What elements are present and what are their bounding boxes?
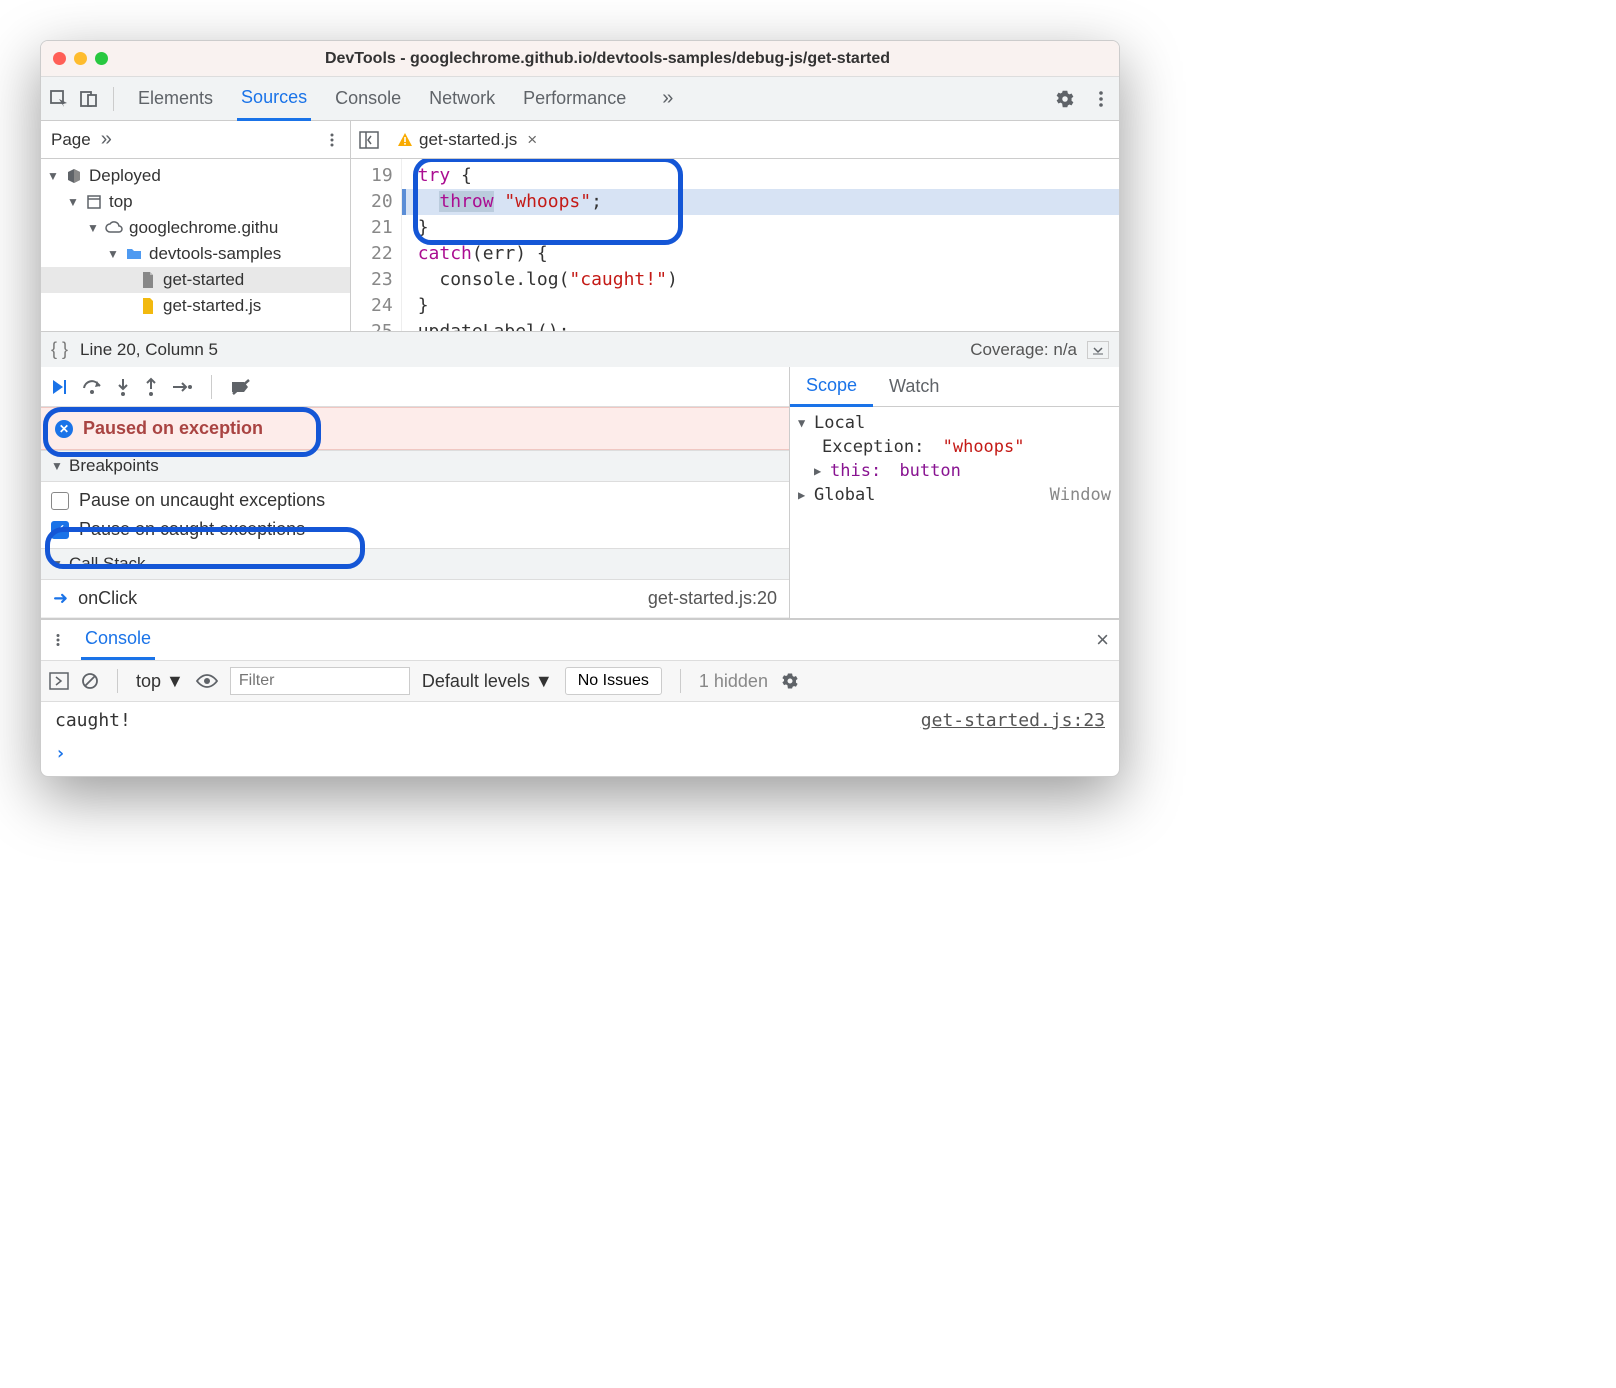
- step-over-icon[interactable]: [81, 378, 103, 396]
- document-icon: [139, 271, 157, 289]
- minimize-window-button[interactable]: [74, 52, 87, 65]
- step-out-icon[interactable]: [143, 377, 159, 397]
- step-into-icon[interactable]: [115, 377, 131, 397]
- clear-console-icon[interactable]: [81, 672, 99, 690]
- console-drawer: Console × top ▼ Default levels ▼ No Issu…: [41, 619, 1119, 776]
- close-tab-icon[interactable]: ×: [527, 130, 537, 150]
- bp-caught-row[interactable]: ✓ Pause on caught exceptions: [51, 515, 779, 544]
- toggle-navigator-icon[interactable]: [357, 128, 381, 152]
- tab-network[interactable]: Network: [425, 78, 499, 119]
- no-issues-button[interactable]: No Issues: [565, 667, 662, 695]
- cursor-position: Line 20, Column 5: [80, 340, 218, 360]
- log-message: caught!: [55, 710, 131, 731]
- debugger-panel: ✕ Paused on exception ▼Breakpoints Pause…: [41, 367, 789, 618]
- scope-this[interactable]: ▶ this: button: [798, 459, 1111, 483]
- tree-deployed[interactable]: ▼ Deployed: [41, 163, 350, 189]
- pause-message: Paused on exception: [83, 418, 263, 439]
- coverage-label: Coverage: n/a: [970, 340, 1077, 360]
- hidden-count[interactable]: 1 hidden: [699, 671, 768, 692]
- window-title: DevTools - googlechrome.github.io/devtoo…: [108, 50, 1107, 68]
- resume-icon[interactable]: [49, 377, 69, 397]
- drawer-menu-icon[interactable]: [51, 633, 65, 647]
- scope-tab[interactable]: Scope: [790, 367, 873, 407]
- info-circle-icon: ✕: [55, 420, 73, 438]
- scope-panel: Scope Watch ▼Local Exception: "whoops" ▶…: [789, 367, 1119, 618]
- tab-sources[interactable]: Sources: [237, 77, 311, 121]
- step-icon[interactable]: [171, 379, 193, 395]
- navigator-panel: Page » ▼ Deployed ▼ top ▼: [41, 121, 351, 331]
- coverage-dropdown-icon[interactable]: [1087, 341, 1109, 359]
- main-toolbar: Elements Sources Console Network Perform…: [41, 77, 1119, 121]
- checkbox-checked[interactable]: ✓: [51, 521, 69, 539]
- tab-console[interactable]: Console: [331, 78, 405, 119]
- console-log-row: caught! get-started.js:23: [41, 702, 1119, 739]
- kebab-menu-icon[interactable]: [1089, 87, 1113, 111]
- device-toggle-icon[interactable]: [77, 87, 101, 111]
- close-drawer-icon[interactable]: ×: [1096, 627, 1109, 653]
- tree-top[interactable]: ▼ top: [41, 189, 350, 215]
- warning-icon: [397, 132, 413, 148]
- tree-file-html[interactable]: get-started: [41, 267, 350, 293]
- devtools-window: DevTools - googlechrome.github.io/devtoo…: [40, 40, 1120, 777]
- console-drawer-tab[interactable]: Console: [81, 620, 155, 660]
- window-controls: [53, 52, 108, 65]
- window-titlebar: DevTools - googlechrome.github.io/devtoo…: [41, 41, 1119, 77]
- tree-file-js[interactable]: get-started.js: [41, 293, 350, 319]
- code-editor[interactable]: 19202122232425 try { throw "whoops";}cat…: [351, 159, 1119, 331]
- navigator-menu-icon[interactable]: [324, 132, 340, 148]
- breakpoints-header[interactable]: ▼Breakpoints: [41, 450, 789, 482]
- folder-icon: [125, 245, 143, 263]
- tree-domain[interactable]: ▼ googlechrome.githu: [41, 215, 350, 241]
- tab-performance[interactable]: Performance: [519, 78, 630, 119]
- frame-icon: [85, 193, 103, 211]
- tab-elements[interactable]: Elements: [134, 78, 217, 119]
- file-tab-active[interactable]: get-started.js ×: [389, 126, 545, 154]
- console-sidebar-toggle-icon[interactable]: [49, 672, 69, 690]
- editor-statusbar: { } Line 20, Column 5 Coverage: n/a: [41, 331, 1119, 367]
- maximize-window-button[interactable]: [95, 52, 108, 65]
- line-gutter: 19202122232425: [351, 159, 402, 331]
- file-tree: ▼ Deployed ▼ top ▼ googlechrome.githu ▼: [41, 159, 350, 323]
- inspect-element-icon[interactable]: [47, 87, 71, 111]
- bp-uncaught-row[interactable]: Pause on uncaught exceptions: [51, 486, 779, 515]
- scope-local[interactable]: ▼Local: [798, 411, 1111, 435]
- editor-panel: get-started.js × 19202122232425 try { th…: [351, 121, 1119, 331]
- js-file-icon: [139, 297, 157, 315]
- scope-global[interactable]: ▶Global Window: [798, 483, 1111, 507]
- context-selector[interactable]: top ▼: [136, 671, 184, 692]
- checkbox-unchecked[interactable]: [51, 492, 69, 510]
- cloud-icon: [105, 219, 123, 237]
- console-prompt[interactable]: ›: [41, 739, 1119, 776]
- deactivate-breakpoints-icon[interactable]: [230, 378, 252, 396]
- pretty-print-icon[interactable]: { }: [51, 339, 68, 360]
- cube-icon: [65, 167, 83, 185]
- watch-tab[interactable]: Watch: [873, 368, 955, 405]
- panel-tabs: Elements Sources Console Network Perform…: [134, 77, 673, 121]
- callstack-frame[interactable]: ➜ onClick get-started.js:20: [41, 580, 789, 618]
- callstack-header[interactable]: ▼Call Stack: [41, 548, 789, 580]
- settings-gear-icon[interactable]: [1053, 87, 1077, 111]
- close-window-button[interactable]: [53, 52, 66, 65]
- live-expression-icon[interactable]: [196, 674, 218, 688]
- more-navigator-tabs-icon[interactable]: »: [101, 128, 112, 151]
- console-settings-gear-icon[interactable]: [780, 671, 800, 691]
- console-filter-input[interactable]: [230, 667, 410, 695]
- debug-toolbar: [41, 367, 789, 407]
- scope-exception: Exception: "whoops": [798, 435, 1111, 459]
- console-toolbar: top ▼ Default levels ▼ No Issues 1 hidde…: [41, 660, 1119, 702]
- log-source-link[interactable]: get-started.js:23: [921, 710, 1105, 731]
- divider: [113, 87, 114, 111]
- levels-selector[interactable]: Default levels ▼: [422, 671, 553, 692]
- more-tabs-icon[interactable]: »: [662, 87, 673, 110]
- page-tab[interactable]: Page: [51, 130, 91, 150]
- pause-banner: ✕ Paused on exception: [41, 407, 789, 450]
- current-frame-icon: ➜: [53, 588, 68, 609]
- tree-folder[interactable]: ▼ devtools-samples: [41, 241, 350, 267]
